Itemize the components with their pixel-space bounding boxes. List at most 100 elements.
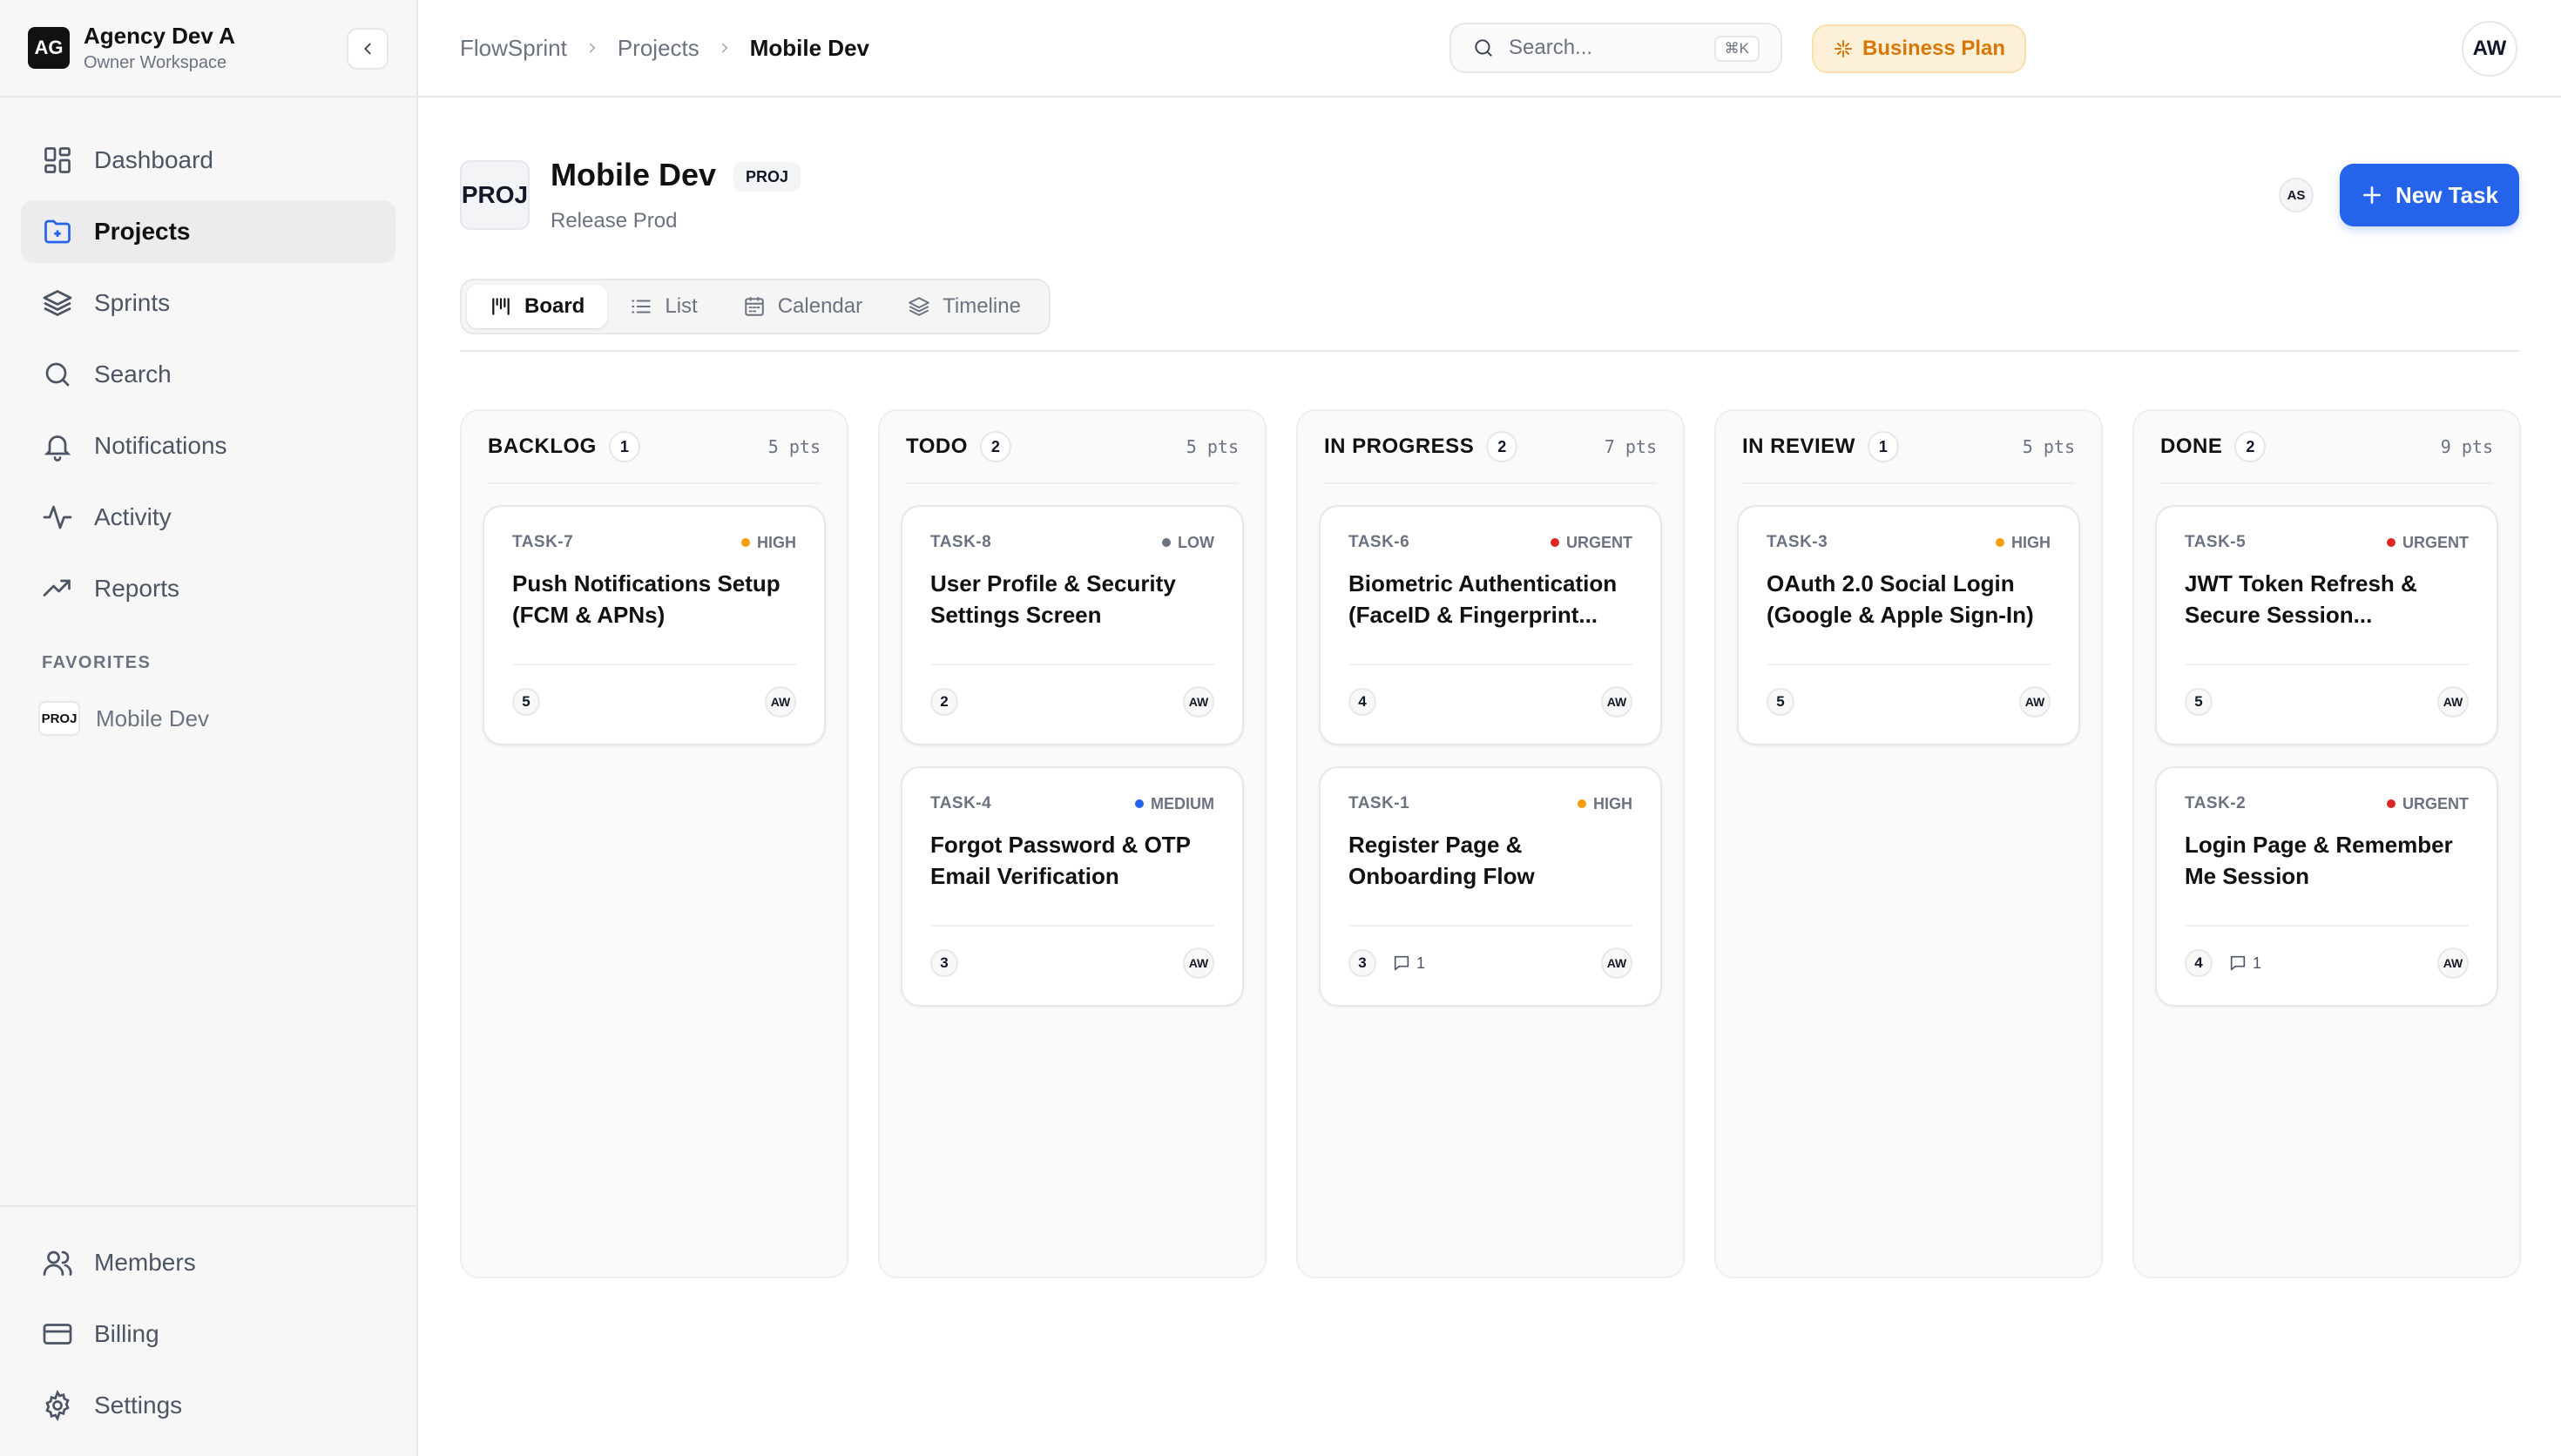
priority-badge: MEDIUM — [1135, 795, 1214, 813]
task-card[interactable]: TASK-7 HIGH Push Notifications Setup (FC… — [483, 505, 826, 745]
favorite-item-mobile-dev[interactable]: PROJ Mobile Dev — [38, 701, 416, 736]
assignee-avatar[interactable]: AW — [1601, 686, 1632, 718]
comment-icon — [2228, 954, 2247, 973]
task-card[interactable]: TASK-3 HIGH OAuth 2.0 Social Login (Goog… — [1737, 505, 2080, 745]
tab-label: Timeline — [943, 294, 1021, 318]
plan-label: Business Plan — [1862, 37, 2006, 60]
comment-icon — [1392, 954, 1411, 973]
priority-dot-icon — [1135, 799, 1144, 808]
project-key-badge: PROJ — [733, 162, 801, 192]
sidebar-item-projects[interactable]: Projects — [21, 200, 395, 263]
tab-calendar[interactable]: Calendar — [720, 285, 885, 328]
priority-label: URGENT — [1566, 533, 1632, 551]
assignee-avatar[interactable]: AW — [765, 686, 796, 718]
priority-dot-icon — [1996, 538, 2004, 547]
task-card[interactable]: TASK-5 URGENT JWT Token Refresh & Secure… — [2155, 505, 2498, 745]
column-count-badge: 2 — [979, 431, 1011, 462]
workspace-logo: AG — [28, 27, 70, 69]
view-tabs: Board List Calendar Timeline — [460, 279, 1051, 334]
column-header: IN PROGRESS 2 7 pts — [1324, 411, 1657, 484]
sidebar-item-search[interactable]: Search — [21, 343, 395, 406]
assignee-avatar[interactable]: AW — [1183, 947, 1214, 979]
task-title: Register Page & Onboarding Flow — [1348, 832, 1535, 889]
comment-count-value: 1 — [1416, 954, 1426, 972]
search-input[interactable] — [1509, 36, 1709, 60]
trending-icon — [42, 573, 73, 604]
assignee-avatar[interactable]: AW — [1183, 686, 1214, 718]
priority-badge: HIGH — [1996, 534, 2051, 552]
breadcrumb-item-projects[interactable]: Projects — [618, 35, 699, 62]
task-id: TASK-4 — [930, 794, 992, 812]
new-task-button[interactable]: New Task — [2340, 164, 2519, 226]
task-card[interactable]: TASK-2 URGENT Login Page & Remember Me S… — [2155, 766, 2498, 1007]
column-title: IN PROGRESS — [1324, 435, 1475, 458]
priority-dot-icon — [1162, 538, 1171, 547]
task-card[interactable]: TASK-1 HIGH Register Page & Onboarding F… — [1319, 766, 1662, 1007]
sidebar-item-label: Sprints — [94, 289, 171, 316]
bell-icon — [42, 430, 73, 462]
breadcrumb: FlowSprint Projects Mobile Dev — [460, 35, 869, 62]
priority-label: URGENT — [2402, 794, 2469, 812]
tab-label: Calendar — [777, 294, 863, 318]
card-footer: 2 AW — [930, 664, 1214, 718]
task-card[interactable]: TASK-4 MEDIUM Forgot Password & OTP Emai… — [901, 766, 1244, 1007]
sidebar: AG Agency Dev A Owner Workspace Dashboar… — [0, 0, 418, 1456]
sidebar-item-dashboard[interactable]: Dashboard — [21, 129, 395, 192]
column-title: BACKLOG — [488, 435, 597, 458]
workspace-subtitle: Owner Workspace — [84, 53, 227, 72]
sidebar-item-label: Members — [94, 1249, 196, 1276]
assignee-avatar[interactable]: AW — [2437, 686, 2469, 718]
priority-label: HIGH — [757, 533, 796, 551]
global-search[interactable]: ⌘K — [1449, 23, 1782, 73]
priority-badge: HIGH — [741, 534, 796, 552]
tab-board[interactable]: Board — [467, 285, 608, 328]
sidebar-item-reports[interactable]: Reports — [21, 557, 395, 620]
tab-label: Board — [524, 294, 585, 318]
column-title: TODO — [906, 435, 968, 458]
task-title: Biometric Authentication (FaceID & Finge… — [1348, 570, 1618, 628]
column-points: 5 pts — [2022, 436, 2075, 457]
sidebar-item-activity[interactable]: Activity — [21, 486, 395, 549]
tab-list[interactable]: List — [607, 285, 720, 328]
card-list: TASK-6 URGENT Biometric Authentication (… — [1319, 484, 1662, 1007]
breadcrumb-item-flowsprint[interactable]: FlowSprint — [460, 35, 567, 62]
column-count-badge: 2 — [1486, 431, 1518, 462]
member-avatar[interactable]: AS — [2279, 178, 2314, 212]
column-title: DONE — [2160, 435, 2223, 458]
sidebar-item-settings[interactable]: Settings — [21, 1374, 395, 1437]
story-points-badge: 5 — [2185, 688, 2213, 716]
column-points: 5 pts — [1186, 436, 1239, 457]
collapse-sidebar-button[interactable] — [347, 28, 389, 70]
board-column-done: DONE 2 9 pts TASK-5 URGENT JWT Token Ref… — [2132, 409, 2521, 1278]
plan-badge[interactable]: Business Plan — [1812, 24, 2027, 73]
sidebar-item-label: Projects — [94, 218, 191, 245]
column-count-badge: 1 — [608, 431, 640, 462]
tab-timeline[interactable]: Timeline — [885, 285, 1044, 328]
calendar-icon — [743, 295, 766, 318]
board-column-todo: TODO 2 5 pts TASK-8 LOW User Profile & S… — [878, 409, 1267, 1278]
task-card[interactable]: TASK-6 URGENT Biometric Authentication (… — [1319, 505, 1662, 745]
task-card[interactable]: TASK-8 LOW User Profile & Security Setti… — [901, 505, 1244, 745]
sidebar-item-label: Dashboard — [94, 146, 213, 173]
board-icon — [490, 295, 512, 318]
card-footer: 5 AW — [1767, 664, 2051, 718]
user-avatar[interactable]: AW — [2462, 21, 2517, 77]
card-footer: 3 AW — [930, 925, 1214, 979]
favorite-label: Mobile Dev — [96, 704, 210, 731]
search-shortcut: ⌘K — [1713, 36, 1760, 62]
assignee-avatar[interactable]: AW — [1601, 947, 1632, 979]
priority-dot-icon — [741, 538, 750, 547]
assignee-avatar[interactable]: AW — [2437, 947, 2469, 979]
sidebar-item-members[interactable]: Members — [21, 1231, 395, 1294]
workspace-header[interactable]: AG Agency Dev A Owner Workspace — [0, 0, 416, 98]
sidebar-item-billing[interactable]: Billing — [21, 1303, 395, 1365]
list-icon — [630, 295, 652, 318]
project-badge: PROJ — [38, 701, 80, 736]
sidebar-item-notifications[interactable]: Notifications — [21, 415, 395, 477]
folder-icon — [42, 216, 73, 247]
task-id: TASK-2 — [2185, 794, 2247, 812]
assignee-avatar[interactable]: AW — [2019, 686, 2051, 718]
sidebar-item-sprints[interactable]: Sprints — [21, 272, 395, 334]
sidebar-item-label: Reports — [94, 575, 180, 602]
card-footer: 4 1 AW — [2185, 925, 2469, 979]
